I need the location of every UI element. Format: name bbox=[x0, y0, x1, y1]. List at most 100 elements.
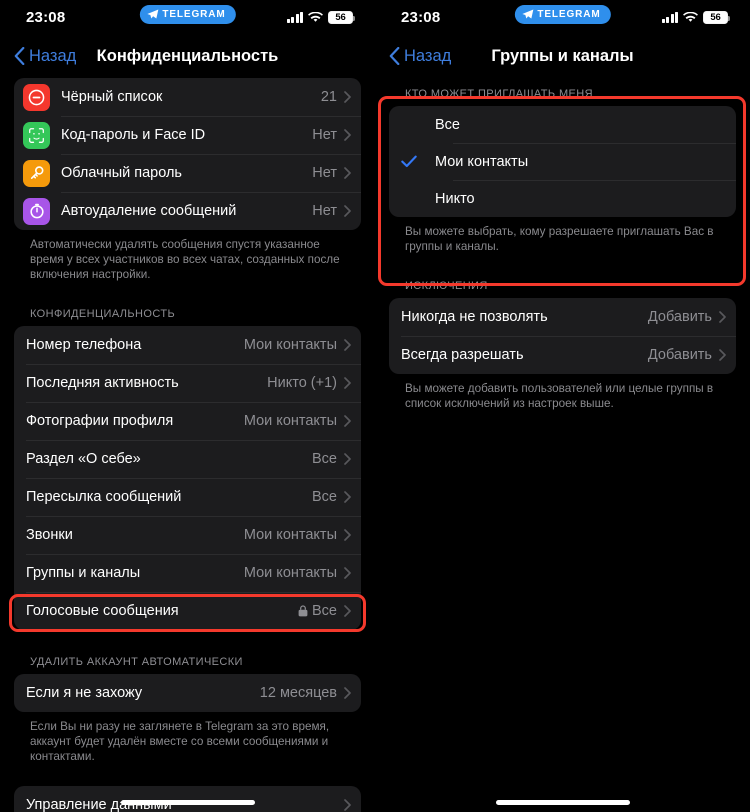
chevron-left-icon bbox=[14, 47, 25, 65]
option-everybody[interactable]: Все bbox=[389, 106, 736, 143]
wifi-icon bbox=[308, 11, 323, 22]
back-button-groups[interactable]: Назад bbox=[389, 47, 451, 66]
exceptions-group-header: ИСКЛЮЧЕНИЯ bbox=[405, 280, 488, 292]
row-value: Добавить bbox=[647, 309, 712, 325]
row-profile-photos[interactable]: Фотографии профиля Мои контакты bbox=[14, 402, 361, 440]
nav-bar-right: Назад Группы и каналы bbox=[375, 34, 750, 78]
cellular-bars-icon bbox=[661, 11, 678, 23]
screen-divider bbox=[375, 0, 376, 812]
row-data-settings[interactable]: Управление данными bbox=[14, 786, 361, 812]
check-icon bbox=[401, 155, 417, 168]
security-group: Чёрный список 21 Код-пароль и Face ID Не… bbox=[14, 78, 361, 230]
chevron-right-icon bbox=[344, 339, 351, 351]
invite-group-footer: Вы можете выбрать, кому разрешаете пригл… bbox=[405, 225, 714, 253]
status-indicators: 56 bbox=[286, 10, 356, 24]
row-value: Мои контакты bbox=[243, 337, 337, 353]
row-blocked-users[interactable]: Чёрный список 21 bbox=[14, 78, 361, 116]
row-bio[interactable]: Раздел «О себе» Все bbox=[14, 440, 361, 478]
row-auto-delete-messages[interactable]: Автоудаление сообщений Нет bbox=[14, 192, 361, 230]
right-content: КТО МОЖЕТ ПРИГЛАШАТЬ МЕНЯ Все Мои контак… bbox=[375, 78, 750, 411]
chevron-right-icon bbox=[344, 687, 351, 699]
battery-level: 56 bbox=[710, 11, 721, 23]
status-bar-right: 23:08 TELEGRAM 56 bbox=[375, 0, 750, 34]
data-settings-group: Управление данными bbox=[14, 786, 361, 812]
row-value: Мои контакты bbox=[243, 413, 337, 429]
back-button-privacy[interactable]: Назад bbox=[14, 47, 76, 66]
chevron-right-icon bbox=[344, 491, 351, 503]
row-never-allow[interactable]: Никогда не позволять Добавить bbox=[389, 298, 736, 336]
row-value: Мои контакты bbox=[243, 565, 337, 581]
chevron-left-icon bbox=[389, 47, 400, 65]
face-id-icon bbox=[23, 121, 50, 149]
row-phone-number[interactable]: Номер телефона Мои контакты bbox=[14, 326, 361, 364]
row-last-seen[interactable]: Последняя активность Никто (+1) bbox=[14, 364, 361, 402]
block-icon bbox=[23, 83, 50, 111]
row-label: Всегда разрешать bbox=[401, 347, 524, 363]
option-nobody[interactable]: Никто bbox=[389, 180, 736, 217]
checkmark-slot bbox=[401, 155, 435, 168]
chevron-right-icon bbox=[719, 311, 726, 323]
left-screen-privacy: 23:08 TELEGRAM 56 Назад Конфиденциальнос… bbox=[0, 0, 375, 812]
status-bar-left: 23:08 TELEGRAM 56 bbox=[0, 0, 375, 34]
chevron-right-icon bbox=[344, 167, 351, 179]
home-indicator-right bbox=[495, 800, 630, 805]
telegram-badge-label: TELEGRAM bbox=[162, 9, 226, 20]
nav-bar-left: Назад Конфиденциальность bbox=[0, 34, 375, 78]
chevron-right-icon bbox=[344, 415, 351, 427]
row-label: Последняя активность bbox=[26, 375, 179, 391]
telegram-badge: TELEGRAM bbox=[514, 5, 611, 24]
cellular-bars-icon bbox=[286, 11, 303, 23]
row-if-away-for[interactable]: Если я не захожу 12 месяцев bbox=[14, 674, 361, 712]
exceptions-group-footer: Вы можете добавить пользователей или цел… bbox=[405, 382, 714, 410]
left-content: Чёрный список 21 Код-пароль и Face ID Не… bbox=[0, 78, 375, 812]
exceptions-group: Никогда не позволять Добавить Всегда раз… bbox=[389, 298, 736, 374]
row-label: Раздел «О себе» bbox=[26, 451, 141, 467]
telegram-badge: TELEGRAM bbox=[139, 5, 236, 24]
chevron-right-icon bbox=[344, 799, 351, 811]
telegram-plane-icon bbox=[146, 9, 158, 19]
row-value: 21 bbox=[320, 89, 337, 105]
row-always-allow[interactable]: Всегда разрешать Добавить bbox=[389, 336, 736, 374]
option-my-contacts[interactable]: Мои контакты bbox=[389, 143, 736, 180]
row-calls[interactable]: Звонки Мои контакты bbox=[14, 516, 361, 554]
telegram-plane-icon bbox=[521, 9, 533, 19]
back-button-label: Назад bbox=[404, 46, 452, 65]
row-value: Нет bbox=[312, 165, 337, 181]
option-label: Никто bbox=[435, 190, 475, 207]
key-icon bbox=[23, 159, 50, 187]
row-passcode-faceid[interactable]: Код-пароль и Face ID Нет bbox=[14, 116, 361, 154]
dual-screenshot-container: 23:08 TELEGRAM 56 Назад Конфиденциальнос… bbox=[0, 0, 750, 812]
security-group-footer: Автоматически удалять сообщения спустя у… bbox=[30, 238, 340, 281]
chevron-right-icon bbox=[344, 567, 351, 579]
row-label: Фотографии профиля bbox=[26, 413, 174, 429]
row-label: Чёрный список bbox=[61, 89, 163, 105]
row-value: Нет bbox=[312, 203, 337, 219]
option-label: Мои контакты bbox=[435, 153, 529, 170]
row-groups-and-channels[interactable]: Группы и каналы Мои контакты bbox=[14, 554, 361, 592]
row-value: Все bbox=[312, 603, 337, 619]
wifi-icon bbox=[683, 11, 698, 22]
row-forwarded-messages[interactable]: Пересылка сообщений Все bbox=[14, 478, 361, 516]
row-value: Добавить bbox=[647, 347, 712, 363]
chevron-right-icon bbox=[344, 377, 351, 389]
row-label: Звонки bbox=[26, 527, 73, 543]
row-value: Все bbox=[312, 451, 337, 467]
row-voice-messages[interactable]: Голосовые сообщения Все bbox=[14, 592, 361, 630]
row-label: Номер телефона bbox=[26, 337, 142, 353]
row-label: Группы и каналы bbox=[26, 565, 141, 581]
chevron-right-icon bbox=[344, 605, 351, 617]
privacy-group-header: КОНФИДЕНЦИАЛЬНОСТЬ bbox=[30, 308, 176, 320]
back-button-label: Назад bbox=[29, 46, 77, 65]
timer-icon bbox=[23, 197, 50, 225]
privacy-group: Номер телефона Мои контакты Последняя ак… bbox=[14, 326, 361, 630]
status-indicators: 56 bbox=[661, 10, 731, 24]
row-label: Пересылка сообщений bbox=[26, 489, 182, 505]
auto-delete-group: Если я не захожу 12 месяцев bbox=[14, 674, 361, 712]
battery-indicator: 56 bbox=[703, 10, 731, 24]
battery-indicator: 56 bbox=[328, 10, 356, 24]
row-label: Если я не захожу bbox=[26, 685, 143, 701]
home-indicator-left bbox=[120, 800, 255, 805]
chevron-right-icon bbox=[344, 205, 351, 217]
row-cloud-password[interactable]: Облачный пароль Нет bbox=[14, 154, 361, 192]
chevron-right-icon bbox=[344, 129, 351, 141]
